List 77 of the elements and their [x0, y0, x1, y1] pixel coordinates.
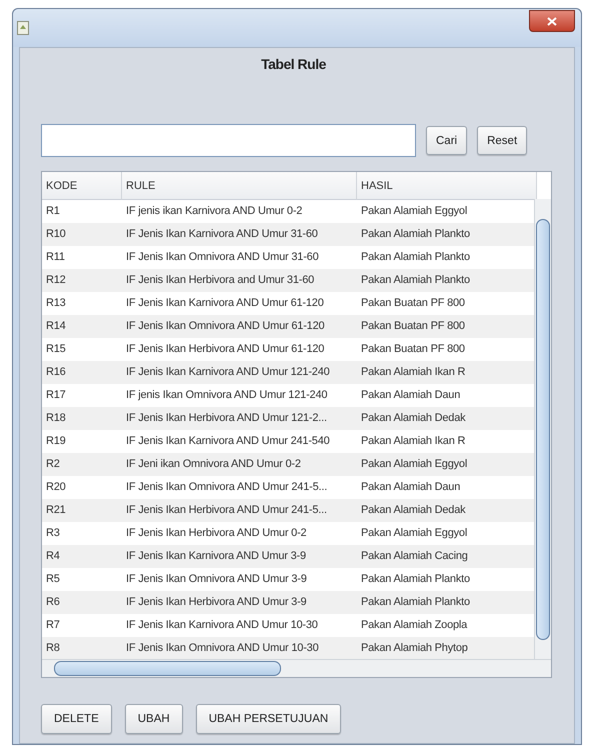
table-cell-text: Pakan Buatan PF 800 — [360, 342, 466, 357]
table-cell-text: IF Jenis Ikan Karnivora AND Umur 61-120 — [125, 296, 325, 311]
table-cell: Pakan Alamiah Dedak — [357, 407, 537, 430]
action-button[interactable]: UBAH — [124, 704, 183, 734]
table-cell: R10 — [42, 223, 122, 246]
table-cell-text: IF Jenis Ikan Herbivora AND Umur 0-2 — [125, 526, 308, 541]
table-cell: IF Jenis Ikan Omnivora AND Umur 10-30 — [122, 637, 357, 660]
table-cell: R21 — [42, 499, 122, 522]
table-cell-text: IF jenis Ikan Omnivora AND Umur 121-240 — [125, 388, 328, 403]
table-cell-text: IF jenis ikan Karnivora AND Umur 0-2 — [125, 204, 304, 219]
table-cell: IF Jenis Ikan Omnivora AND Umur 61-120 — [122, 315, 357, 338]
table-cell: Pakan Alamiah Eggyol — [357, 453, 537, 476]
app-icon — [17, 21, 29, 35]
table-cell: Pakan Alamiah Plankto — [357, 269, 537, 292]
close-icon — [547, 16, 557, 26]
table-cell-text: Pakan Alamiah Zoopla — [360, 618, 468, 633]
column-header[interactable]: HASIL — [357, 172, 537, 200]
column-header[interactable]: KODE — [42, 172, 122, 200]
table-cell: R4 — [42, 545, 122, 568]
table-cell: IF Jenis Ikan Karnivora AND Umur 121-240 — [122, 361, 357, 384]
table-cell-text: IF Jenis Ikan Herbivora AND Umur 61-120 — [125, 342, 326, 357]
table-cell: IF Jenis Ikan Karnivora AND Umur 3-9 — [122, 545, 357, 568]
action-button[interactable]: UBAH PERSETUJUAN — [196, 704, 342, 734]
action-button[interactable]: DELETE — [41, 704, 112, 734]
vertical-scrollbar[interactable] — [534, 199, 551, 660]
close-button[interactable] — [529, 10, 575, 32]
table-cell: Pakan Alamiah Dedak — [357, 499, 537, 522]
table-cell-text: IF Jenis Ikan Omnivora AND Umur 241-5... — [125, 480, 328, 495]
table-cell-text: IF Jenis Ikan Karnivora AND Umur 10-30 — [125, 618, 319, 633]
scrollbar-thumb[interactable] — [536, 219, 550, 640]
table-cell-text: Pakan Buatan PF 800 — [360, 296, 466, 311]
search-action-button[interactable]: Cari — [426, 126, 468, 155]
table-cell: R6 — [42, 591, 122, 614]
table-cell-text: R17 — [45, 388, 67, 403]
table-cell: R14 — [42, 315, 122, 338]
table-cell: Pakan Alamiah Plankto — [357, 591, 537, 614]
table-cell: Pakan Buatan PF 800 — [357, 315, 537, 338]
table-cell-text: IF Jenis Ikan Omnivora AND Umur 31-60 — [125, 250, 320, 265]
table-cell-text: R11 — [45, 250, 66, 265]
table-cell: IF Jenis Ikan Herbivora AND Umur 241-5... — [122, 499, 357, 522]
table-cell-text: R19 — [45, 434, 67, 449]
table-cell-text: R15 — [45, 342, 67, 357]
table-cell-text: Pakan Alamiah Plankto — [360, 250, 471, 265]
form-heading: Tabel Rule — [260, 56, 327, 72]
table-cell-text: R5 — [45, 572, 61, 587]
table-cell: IF Jeni ikan Omnivora AND Umur 0-2 — [122, 453, 357, 476]
table-cell: Pakan Alamiah Phytop — [357, 637, 537, 660]
table-cell: IF Jenis Ikan Herbivora and Umur 31-60 — [122, 269, 357, 292]
table-cell: IF Jenis Ikan Herbivora AND Umur 3-9 — [122, 591, 357, 614]
table-cell: R16 — [42, 361, 122, 384]
table-cell-text: R20 — [45, 480, 67, 495]
table-cell: IF Jenis Ikan Karnivora AND Umur 31-60 — [122, 223, 357, 246]
table-cell: IF Jenis Ikan Herbivora AND Umur 121-2... — [122, 407, 357, 430]
table-cell: Pakan Alamiah Ikan R — [357, 361, 537, 384]
table-cell: R12 — [42, 269, 122, 292]
table-cell-text: R7 — [45, 618, 61, 633]
scrollbar-thumb[interactable] — [54, 661, 281, 676]
table-cell: R8 — [42, 637, 122, 660]
column-header[interactable]: RULE — [122, 172, 357, 200]
table-cell-text: Pakan Alamiah Eggyol — [360, 526, 468, 541]
table-cell: Pakan Alamiah Cacing — [357, 545, 537, 568]
table-cell-text: IF Jenis Ikan Karnivora AND Umur 241-540 — [125, 434, 331, 449]
table-cell-text: R1 — [45, 204, 61, 219]
table-cell: Pakan Alamiah Plankto — [357, 223, 537, 246]
table-cell-text: Pakan Alamiah Daun — [360, 480, 462, 495]
search-field[interactable] — [41, 124, 416, 157]
horizontal-scrollbar[interactable] — [42, 659, 551, 677]
table-cell-text: Pakan Alamiah Ikan R — [360, 434, 466, 449]
table-cell: R18 — [42, 407, 122, 430]
search-action-button[interactable]: Reset — [477, 126, 528, 155]
table-cell-text: Pakan Alamiah Daun — [360, 388, 462, 403]
table-cell-text: Pakan Alamiah Eggyol — [360, 204, 468, 219]
table-cell-text: R3 — [45, 526, 61, 541]
table-cell-text: Pakan Alamiah Plankto — [360, 572, 471, 587]
table-cell: R2 — [42, 453, 122, 476]
table-cell-text: IF Jenis Ikan Omnivora AND Umur 3-9 — [125, 572, 308, 587]
table-cell-text: R13 — [45, 296, 67, 311]
